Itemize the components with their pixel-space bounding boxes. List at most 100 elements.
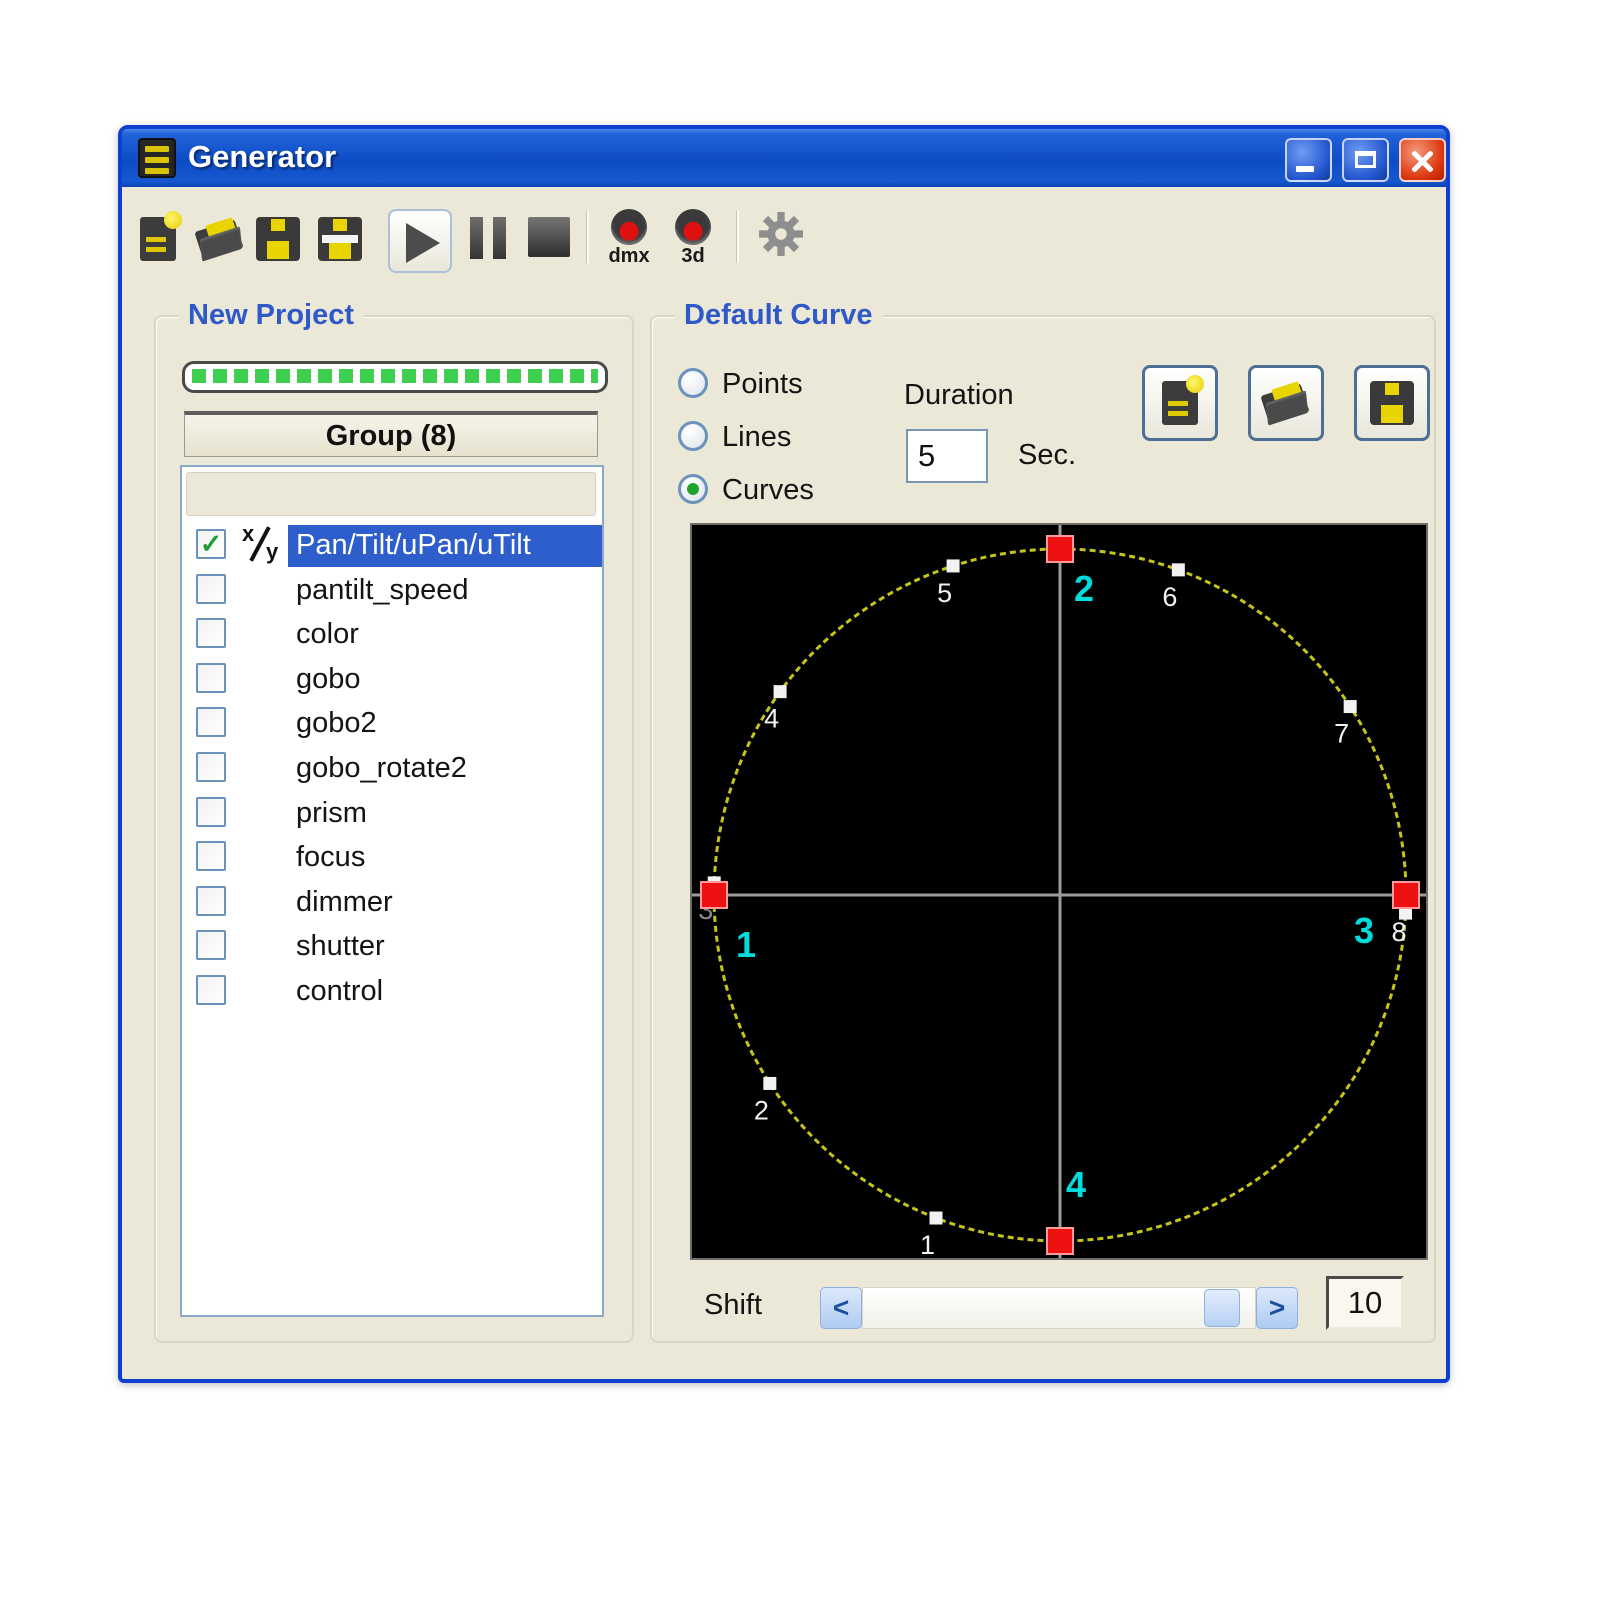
anchor-point-label-3: 3	[1354, 910, 1374, 951]
radio-label: Points	[722, 366, 803, 402]
3d-view-button[interactable]: 3d	[664, 209, 722, 267]
curve-point-5	[947, 559, 960, 572]
dmx-label: dmx	[600, 245, 658, 267]
list-item-pantilt-speed[interactable]: pantilt_speed	[182, 570, 602, 612]
list-item-label: Pan/Tilt/uPan/uTilt	[288, 525, 602, 567]
close-button[interactable]	[1399, 138, 1446, 182]
curve-point-label-1: 1	[920, 1230, 935, 1258]
curve-point-label-7: 7	[1334, 719, 1349, 749]
radio-button-icon[interactable]	[678, 474, 708, 504]
new-document-icon	[1162, 381, 1198, 425]
checkbox[interactable]	[196, 574, 226, 604]
radio-button-icon[interactable]	[678, 368, 708, 398]
pause-button[interactable]	[470, 217, 506, 259]
save-as-button[interactable]	[318, 217, 362, 261]
radio-label: Lines	[722, 419, 791, 455]
save-icon	[1370, 381, 1414, 425]
seconds-label: Sec.	[1018, 439, 1076, 472]
list-item-pan-tilt-upan-utilt[interactable]: ✓ xyPan/Tilt/uPan/uTilt	[182, 525, 602, 567]
list-item-label: gobo2	[288, 703, 385, 745]
curve-save-button[interactable]	[1354, 365, 1430, 441]
maximize-icon	[1355, 151, 1376, 168]
anchor-point-label-2: 2	[1074, 568, 1094, 609]
list-item-shutter[interactable]: shutter	[182, 926, 602, 968]
curve-point-4	[774, 685, 787, 698]
new-project-title: New Project	[178, 299, 364, 332]
shift-scrollbar-track[interactable]	[862, 1287, 1256, 1329]
toolbar-separator	[586, 211, 589, 263]
shift-scroll-left-button[interactable]: <	[820, 1287, 862, 1329]
minimize-icon	[1296, 166, 1314, 172]
gear-icon	[758, 211, 804, 257]
list-item-label: prism	[288, 793, 375, 835]
list-item-label: gobo	[288, 659, 369, 701]
play-button[interactable]	[388, 209, 452, 273]
list-item-color[interactable]: color	[182, 614, 602, 656]
3d-knob-icon	[675, 209, 711, 245]
open-folder-icon	[196, 217, 244, 261]
shift-scrollbar-thumb[interactable]	[1204, 1289, 1240, 1327]
list-item-label: dimmer	[288, 882, 401, 924]
curve-point-label-5: 5	[937, 578, 952, 608]
curve-point-label-4: 4	[764, 704, 779, 734]
checkbox[interactable]	[196, 841, 226, 871]
checkbox[interactable]	[196, 975, 226, 1005]
curve-plot[interactable]: 123456781234	[692, 525, 1426, 1258]
curve-point-label-8: 8	[1392, 917, 1407, 947]
settings-button[interactable]	[758, 211, 804, 262]
list-header-strip	[186, 472, 596, 516]
duration-input[interactable]	[906, 429, 988, 483]
checkbox[interactable]	[196, 930, 226, 960]
list-item-label: shutter	[288, 926, 393, 968]
radio-button-icon[interactable]	[678, 421, 708, 451]
save-button[interactable]	[256, 217, 300, 261]
curve-new-button[interactable]	[1142, 365, 1218, 441]
default-curve-title: Default Curve	[674, 299, 883, 332]
anchor-point-label-4: 4	[1066, 1164, 1086, 1205]
shift-scroll-right-button[interactable]: >	[1256, 1287, 1298, 1329]
xy-axis-icon: xy	[240, 523, 284, 567]
curve-point-7	[1344, 700, 1357, 713]
list-item-label: pantilt_speed	[288, 570, 477, 612]
checkbox[interactable]	[196, 886, 226, 916]
list-item-dimmer[interactable]: dimmer	[182, 882, 602, 924]
dmx-output-button[interactable]: dmx	[600, 209, 658, 267]
list-item-label: gobo_rotate2	[288, 748, 475, 790]
checkbox[interactable]: ✓	[196, 529, 226, 559]
progress-bar	[182, 361, 608, 393]
curve-editor-canvas[interactable]: 123456781234	[690, 523, 1428, 1260]
window-title: Generator	[188, 129, 336, 187]
shift-label: Shift	[704, 1289, 762, 1322]
checkbox[interactable]	[196, 752, 226, 782]
list-item-gobo[interactable]: gobo	[182, 659, 602, 701]
check-icon: ✓	[198, 531, 224, 557]
list-item-gobo-rotate2[interactable]: gobo_rotate2	[182, 748, 602, 790]
curve-open-button[interactable]	[1248, 365, 1324, 441]
shift-value: 10	[1326, 1276, 1404, 1330]
title-bar[interactable]: Generator	[122, 129, 1446, 187]
group-header-button[interactable]: Group (8)	[184, 411, 598, 457]
curve-point-label-6: 6	[1162, 582, 1177, 612]
curve-point-label-2: 2	[754, 1095, 769, 1125]
minimize-button[interactable]	[1285, 138, 1332, 182]
stop-icon	[528, 217, 570, 257]
new-project-button[interactable]	[140, 217, 176, 261]
checkbox[interactable]	[196, 618, 226, 648]
toolbar: dmx 3d	[122, 191, 1446, 277]
stop-button[interactable]	[528, 217, 570, 257]
list-item-control[interactable]: control	[182, 971, 602, 1013]
fixture-attribute-list[interactable]: ✓ xyPan/Tilt/uPan/uTiltpantilt_speedcolor…	[180, 465, 604, 1317]
list-item-gobo2[interactable]: gobo2	[182, 703, 602, 745]
list-item-focus[interactable]: focus	[182, 837, 602, 879]
maximize-button[interactable]	[1342, 138, 1389, 182]
open-button[interactable]	[196, 217, 244, 261]
curve-point-1	[930, 1212, 943, 1225]
save-icon	[256, 217, 300, 261]
checkbox[interactable]	[196, 663, 226, 693]
anchor-point-3	[1393, 882, 1419, 908]
checkbox[interactable]	[196, 797, 226, 827]
curve-point-2	[763, 1077, 776, 1090]
anchor-point-2	[1047, 536, 1073, 562]
list-item-prism[interactable]: prism	[182, 793, 602, 835]
checkbox[interactable]	[196, 707, 226, 737]
